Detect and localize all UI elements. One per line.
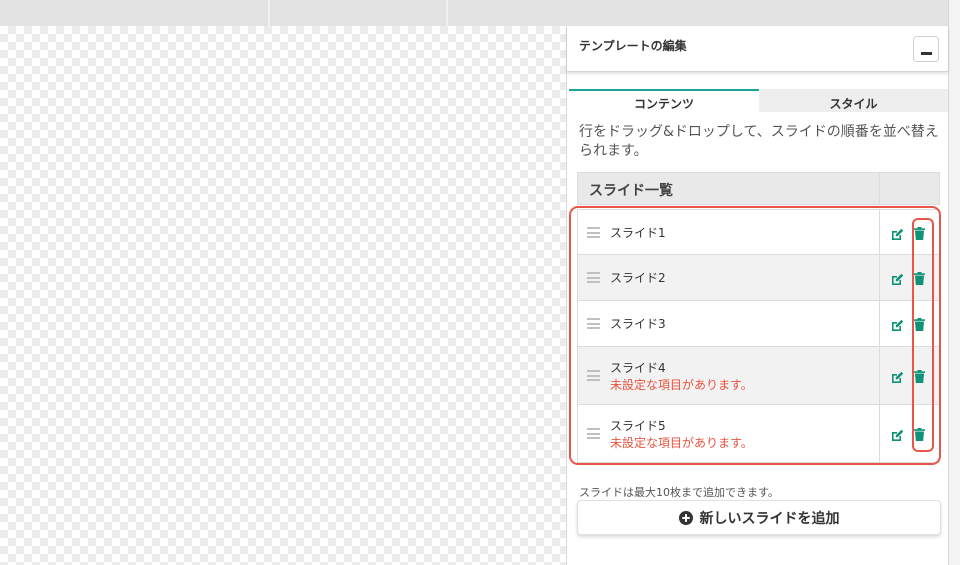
tab-bar: コンテンツ スタイル	[569, 89, 948, 112]
toolbar-separator	[446, 0, 448, 26]
scrollbar-track[interactable]	[948, 0, 960, 565]
tab-content[interactable]: コンテンツ	[569, 89, 759, 112]
minus-icon	[921, 52, 932, 55]
highlight-box	[569, 206, 941, 465]
panel-header: テンプレートの編集	[567, 26, 948, 72]
editor-canvas[interactable]	[0, 26, 566, 565]
toolbar-separator	[268, 0, 270, 26]
tab-style[interactable]: スタイル	[759, 89, 948, 112]
slide-limit-note: スライドは最大10枚まで追加できます。	[579, 486, 779, 499]
add-slide-button[interactable]: 新しいスライドを追加	[577, 500, 941, 535]
slide-list-header: スライド一覧	[577, 172, 940, 205]
highlight-box-delete-column	[912, 218, 934, 452]
panel-title: テンプレートの編集	[579, 39, 687, 53]
add-slide-label: 新しいスライドを追加	[699, 510, 840, 527]
reorder-hint: 行をドラッグ&ドロップして、スライドの順番を並べ替えられます。	[579, 124, 939, 159]
column-divider	[879, 173, 880, 204]
collapse-button[interactable]	[913, 36, 939, 62]
slide-list-title: スライド一覧	[589, 183, 673, 199]
plus-circle-icon	[678, 510, 693, 525]
template-edit-panel: テンプレートの編集 コンテンツ スタイル 行をドラッグ&ドロップして、スライドの…	[566, 26, 948, 565]
top-toolbar	[0, 0, 948, 26]
